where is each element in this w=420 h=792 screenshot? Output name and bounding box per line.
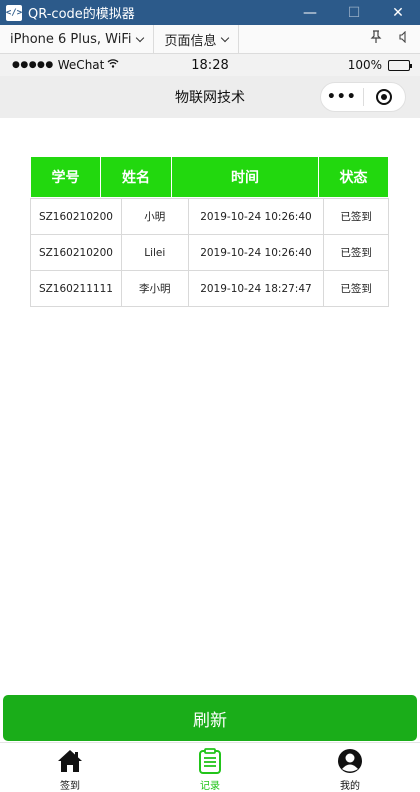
cell-student-id: SZ160210200 [30,198,122,235]
close-button[interactable]: ✕ [376,0,420,25]
battery-percent: 100% [347,58,382,72]
chevron-down-icon [136,33,145,42]
device-label: iPhone 6 Plus, WiFi [10,31,132,47]
tab-bar: 签到 记录 我的 [0,742,420,792]
clipboard-icon [196,747,224,775]
window-title: QR-code的模拟器 [28,7,135,22]
header-student-id: 学号 [31,157,101,197]
carrier-label: WeChat [57,58,105,72]
capsule-menu: ••• [320,82,406,112]
app-code-icon: </> [6,4,22,21]
nav-bar: 物联网技术 ••• [0,76,420,118]
home-icon [56,747,84,775]
page-title: 物联网技术 [175,90,245,106]
cell-name: 李小明 [120,270,189,307]
minimize-button[interactable]: — [288,0,332,25]
device-dropdown[interactable]: iPhone 6 Plus, WiFi [0,24,155,54]
battery-icon [388,59,412,71]
tab-records[interactable]: 记录 [140,743,280,792]
tab-checkin[interactable]: 签到 [0,743,140,792]
page-content: 学号 姓名 时间 状态 SZ160210200 小明 2019-10-24 10… [0,118,420,694]
chevron-down-icon [221,33,230,42]
tab-label: 签到 [60,781,80,792]
window-titlebar: </> QR-code的模拟器 — ☐ ✕ [0,0,420,25]
refresh-button[interactable]: 刷新 [3,695,417,741]
maximize-button[interactable]: ☐ [332,0,376,25]
speaker-icon[interactable] [398,30,410,47]
cell-time: 2019-10-24 18:27:47 [187,270,325,307]
signal-icon: ●●●●● [12,60,54,70]
cell-time: 2019-10-24 10:26:40 [187,198,325,235]
phone-statusbar: ●●●●● WeChat 18:28 100% [0,54,420,76]
wifi-icon [107,59,119,71]
simulator-toolbar: iPhone 6 Plus, WiFi 页面信息 [0,24,420,54]
user-icon [336,747,364,775]
records-table: SZ160210200 小明 2019-10-24 10:26:40 已签到 S… [30,198,389,307]
pin-icon[interactable] [370,30,382,48]
cell-name: Lilei [120,234,189,271]
page-info-label: 页面信息 [164,33,217,49]
cell-student-id: SZ160211111 [30,270,122,307]
cell-name: 小明 [120,198,189,235]
cell-time: 2019-10-24 10:26:40 [187,234,325,271]
cell-status: 已签到 [323,198,389,235]
cell-student-id: SZ160210200 [30,234,122,271]
header-status: 状态 [319,157,388,197]
table-header: 学号 姓名 时间 状态 [30,156,389,198]
table-row: SZ160210200 小明 2019-10-24 10:26:40 已签到 [30,198,389,235]
tab-label: 记录 [200,781,220,792]
header-time: 时间 [172,157,319,197]
page-info-dropdown[interactable]: 页面信息 [154,24,240,54]
header-name: 姓名 [101,157,172,197]
tab-label: 我的 [340,781,360,792]
table-row: SZ160211111 李小明 2019-10-24 18:27:47 已签到 [30,270,389,307]
tab-mine[interactable]: 我的 [280,743,420,792]
more-icon[interactable]: ••• [321,89,363,105]
cell-status: 已签到 [323,234,389,271]
exit-target-icon[interactable] [363,89,405,105]
cell-status: 已签到 [323,270,389,307]
table-row: SZ160210200 Lilei 2019-10-24 10:26:40 已签… [30,234,389,271]
